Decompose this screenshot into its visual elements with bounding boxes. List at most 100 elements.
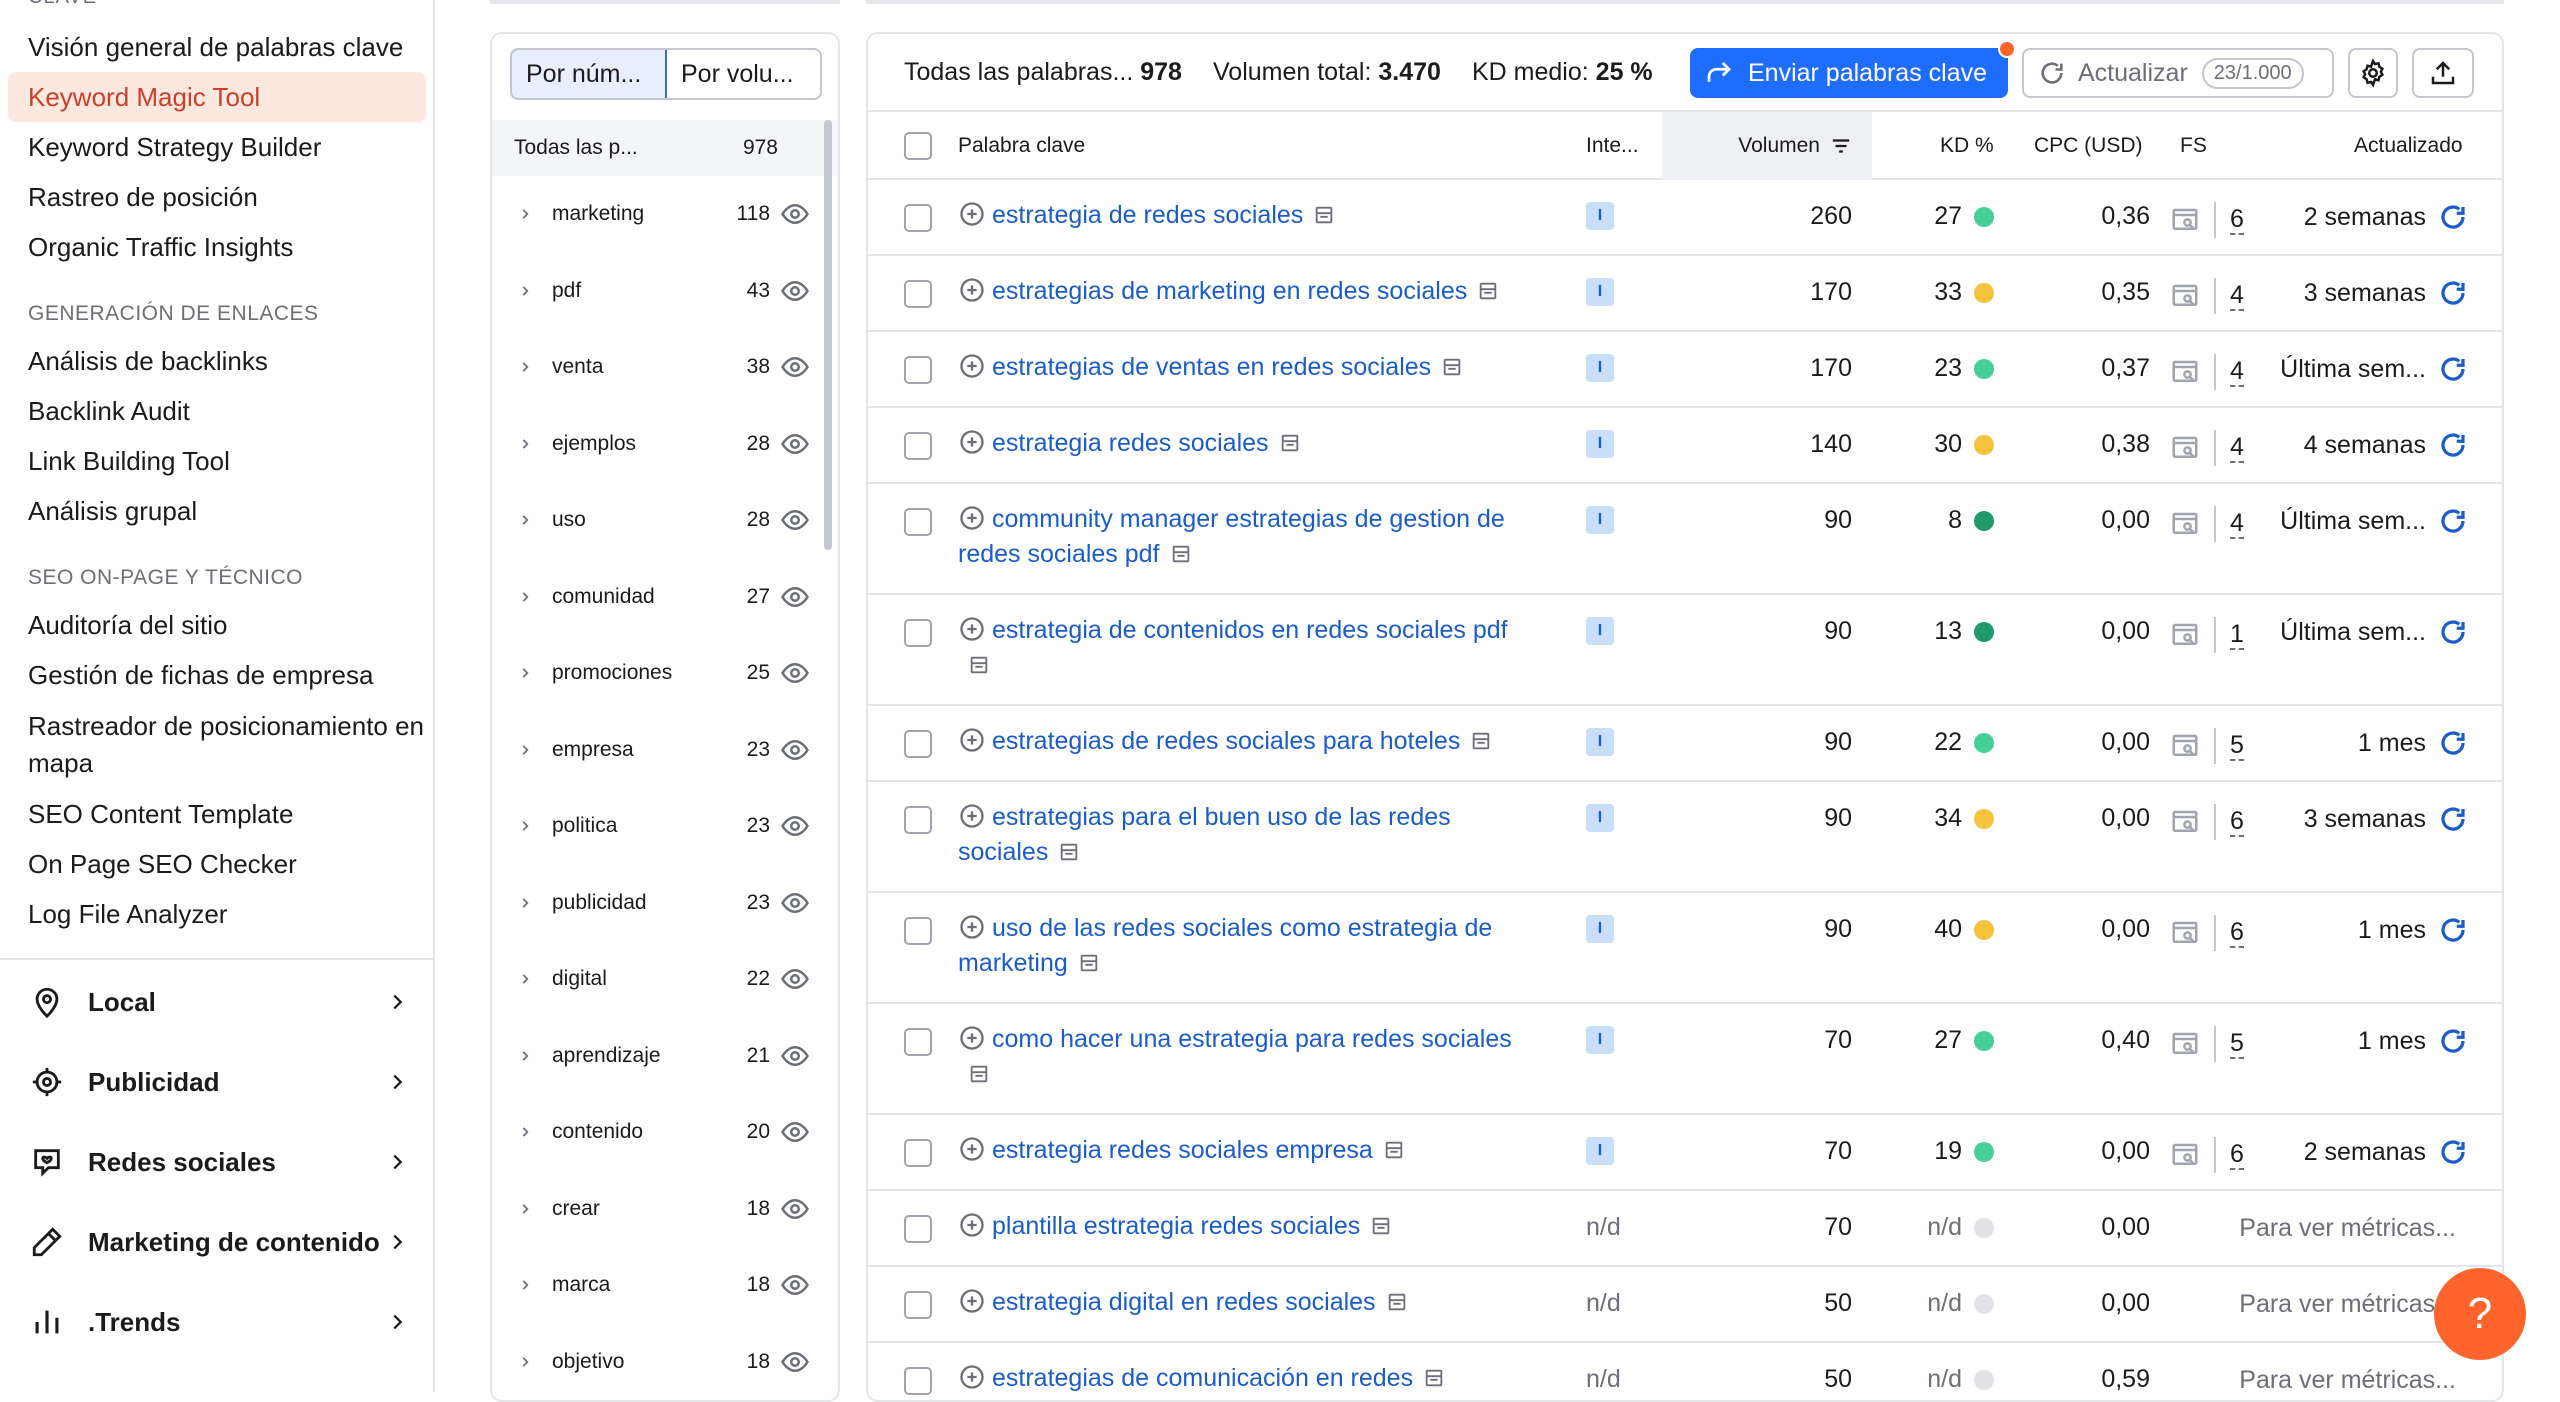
serp-features-count[interactable]: 4	[2230, 509, 2244, 539]
chevron-right-icon[interactable]	[518, 513, 532, 527]
serp-features-count[interactable]: 6	[2230, 205, 2244, 235]
refresh-icon[interactable]	[2438, 1137, 2468, 1167]
serp-preview-icon[interactable]	[2170, 357, 2200, 387]
refresh-icon[interactable]	[2438, 278, 2468, 308]
sidebar-item-log-file-analyzer[interactable]: Log File Analyzer	[8, 889, 426, 939]
add-keyword-icon[interactable]	[958, 1287, 986, 1315]
group-row[interactable]: publicidad 23	[492, 865, 822, 941]
refresh-icon[interactable]	[2438, 354, 2468, 384]
serp-features-count[interactable]: 6	[2230, 918, 2244, 948]
sidebar-item-link-building-tool[interactable]: Link Building Tool	[8, 436, 426, 486]
add-keyword-icon[interactable]	[958, 615, 986, 643]
help-button[interactable]: ?	[2434, 1268, 2526, 1360]
group-row[interactable]: crear 18	[492, 1171, 822, 1247]
sidebar-category-content-marketing[interactable]: Marketing de contenido	[28, 1217, 408, 1267]
select-all-checkbox[interactable]	[904, 132, 932, 160]
group-row[interactable]: empresa 23	[492, 712, 822, 788]
sidebar-item-bulk-analysis[interactable]: Análisis grupal	[8, 486, 426, 536]
serp-preview-icon[interactable]	[2170, 433, 2200, 463]
group-row[interactable]: marketing 118	[492, 176, 822, 252]
group-row[interactable]: pdf 43	[492, 253, 822, 329]
add-keyword-icon[interactable]	[958, 1211, 986, 1239]
chevron-right-icon[interactable]	[518, 437, 532, 451]
sidebar-category-social-media[interactable]: Redes sociales	[28, 1137, 408, 1187]
keyword-overview-icon[interactable]	[1058, 841, 1080, 863]
keyword-overview-icon[interactable]	[1383, 1139, 1405, 1161]
chevron-right-icon[interactable]	[518, 1355, 532, 1369]
sidebar-item-position-tracking[interactable]: Rastreo de posición	[8, 172, 426, 222]
keyword-overview-icon[interactable]	[1470, 730, 1492, 752]
keyword-link[interactable]: plantilla estrategia redes sociales	[958, 1209, 1392, 1244]
eye-icon[interactable]	[780, 1347, 810, 1377]
row-checkbox[interactable]	[904, 508, 932, 536]
add-keyword-icon[interactable]	[958, 1024, 986, 1052]
refresh-icon[interactable]	[2438, 804, 2468, 834]
eye-icon[interactable]	[780, 276, 810, 306]
keyword-link[interactable]: estrategia de contenidos en redes social…	[958, 613, 1518, 683]
sidebar-item-backlink-analytics[interactable]: Análisis de backlinks	[8, 336, 426, 386]
row-checkbox[interactable]	[904, 280, 932, 308]
serp-features-count[interactable]: 4	[2230, 433, 2244, 463]
groups-scrollbar[interactable]	[824, 120, 832, 550]
keyword-overview-icon[interactable]	[1313, 204, 1335, 226]
row-checkbox[interactable]	[904, 806, 932, 834]
group-row[interactable]: marca 18	[492, 1247, 822, 1323]
keyword-link[interactable]: estrategias de marketing en redes social…	[958, 274, 1499, 309]
chevron-right-icon[interactable]	[518, 590, 532, 604]
group-row[interactable]: promociones 25	[492, 635, 822, 711]
add-keyword-icon[interactable]	[958, 200, 986, 228]
sort-by-number-option[interactable]: Por núm...	[512, 50, 667, 98]
row-checkbox[interactable]	[904, 619, 932, 647]
keyword-link[interactable]: estrategia redes sociales empresa	[958, 1133, 1405, 1168]
keyword-overview-icon[interactable]	[1477, 280, 1499, 302]
sidebar-item-backlink-audit[interactable]: Backlink Audit	[8, 386, 426, 436]
eye-icon[interactable]	[780, 658, 810, 688]
sidebar-item-site-audit[interactable]: Auditoría del sitio	[8, 600, 426, 650]
refresh-button[interactable]: Actualizar 23/1.000	[2022, 48, 2334, 98]
serp-preview-icon[interactable]	[2170, 918, 2200, 948]
keyword-overview-icon[interactable]	[968, 654, 990, 676]
chevron-right-icon[interactable]	[518, 1202, 532, 1216]
settings-button[interactable]	[2348, 48, 2398, 98]
eye-icon[interactable]	[780, 1270, 810, 1300]
sidebar-item-keyword-strategy-builder[interactable]: Keyword Strategy Builder	[8, 122, 426, 172]
column-volume[interactable]: Volumen	[1662, 112, 1872, 180]
eye-icon[interactable]	[780, 1117, 810, 1147]
keyword-overview-icon[interactable]	[1078, 952, 1100, 974]
send-keywords-button[interactable]: Enviar palabras clave	[1690, 40, 2016, 98]
group-row[interactable]: digital 22	[492, 941, 822, 1017]
eye-icon[interactable]	[780, 199, 810, 229]
refresh-icon[interactable]	[2438, 728, 2468, 758]
sidebar-category-local[interactable]: Local	[28, 977, 408, 1027]
keyword-link[interactable]: uso de las redes sociales como estrategi…	[958, 911, 1518, 981]
chevron-right-icon[interactable]	[518, 1049, 532, 1063]
chevron-right-icon[interactable]	[518, 360, 532, 374]
keyword-overview-icon[interactable]	[1441, 356, 1463, 378]
keyword-overview-icon[interactable]	[1386, 1291, 1408, 1313]
serp-preview-icon[interactable]	[2170, 731, 2200, 761]
keyword-overview-icon[interactable]	[1370, 1215, 1392, 1237]
add-keyword-icon[interactable]	[958, 1135, 986, 1163]
sidebar-category-trends[interactable]: .Trends	[28, 1297, 408, 1347]
serp-preview-icon[interactable]	[2170, 205, 2200, 235]
serp-features-count[interactable]: 5	[2230, 1029, 2244, 1059]
serp-preview-icon[interactable]	[2170, 509, 2200, 539]
keyword-link[interactable]: estrategia digital en redes sociales	[958, 1285, 1408, 1320]
row-checkbox[interactable]	[904, 1215, 932, 1243]
chevron-right-icon[interactable]	[518, 207, 532, 221]
chevron-right-icon[interactable]	[518, 819, 532, 833]
serp-preview-icon[interactable]	[2170, 1029, 2200, 1059]
keyword-link[interactable]: estrategia redes sociales	[958, 426, 1301, 461]
eye-icon[interactable]	[780, 888, 810, 918]
keyword-link[interactable]: estrategias de ventas en redes sociales	[958, 350, 1463, 385]
column-keyword[interactable]: Palabra clave	[958, 112, 1085, 180]
group-row[interactable]: comunidad 27	[492, 559, 822, 635]
chevron-right-icon[interactable]	[518, 972, 532, 986]
group-row[interactable]: aprendizaje 21	[492, 1018, 822, 1094]
keyword-link[interactable]: como hacer una estrategia para redes soc…	[958, 1022, 1518, 1092]
add-keyword-icon[interactable]	[958, 726, 986, 754]
keyword-overview-icon[interactable]	[1423, 1367, 1445, 1389]
row-checkbox[interactable]	[904, 1367, 932, 1395]
eye-icon[interactable]	[780, 811, 810, 841]
keyword-overview-icon[interactable]	[1279, 432, 1301, 454]
